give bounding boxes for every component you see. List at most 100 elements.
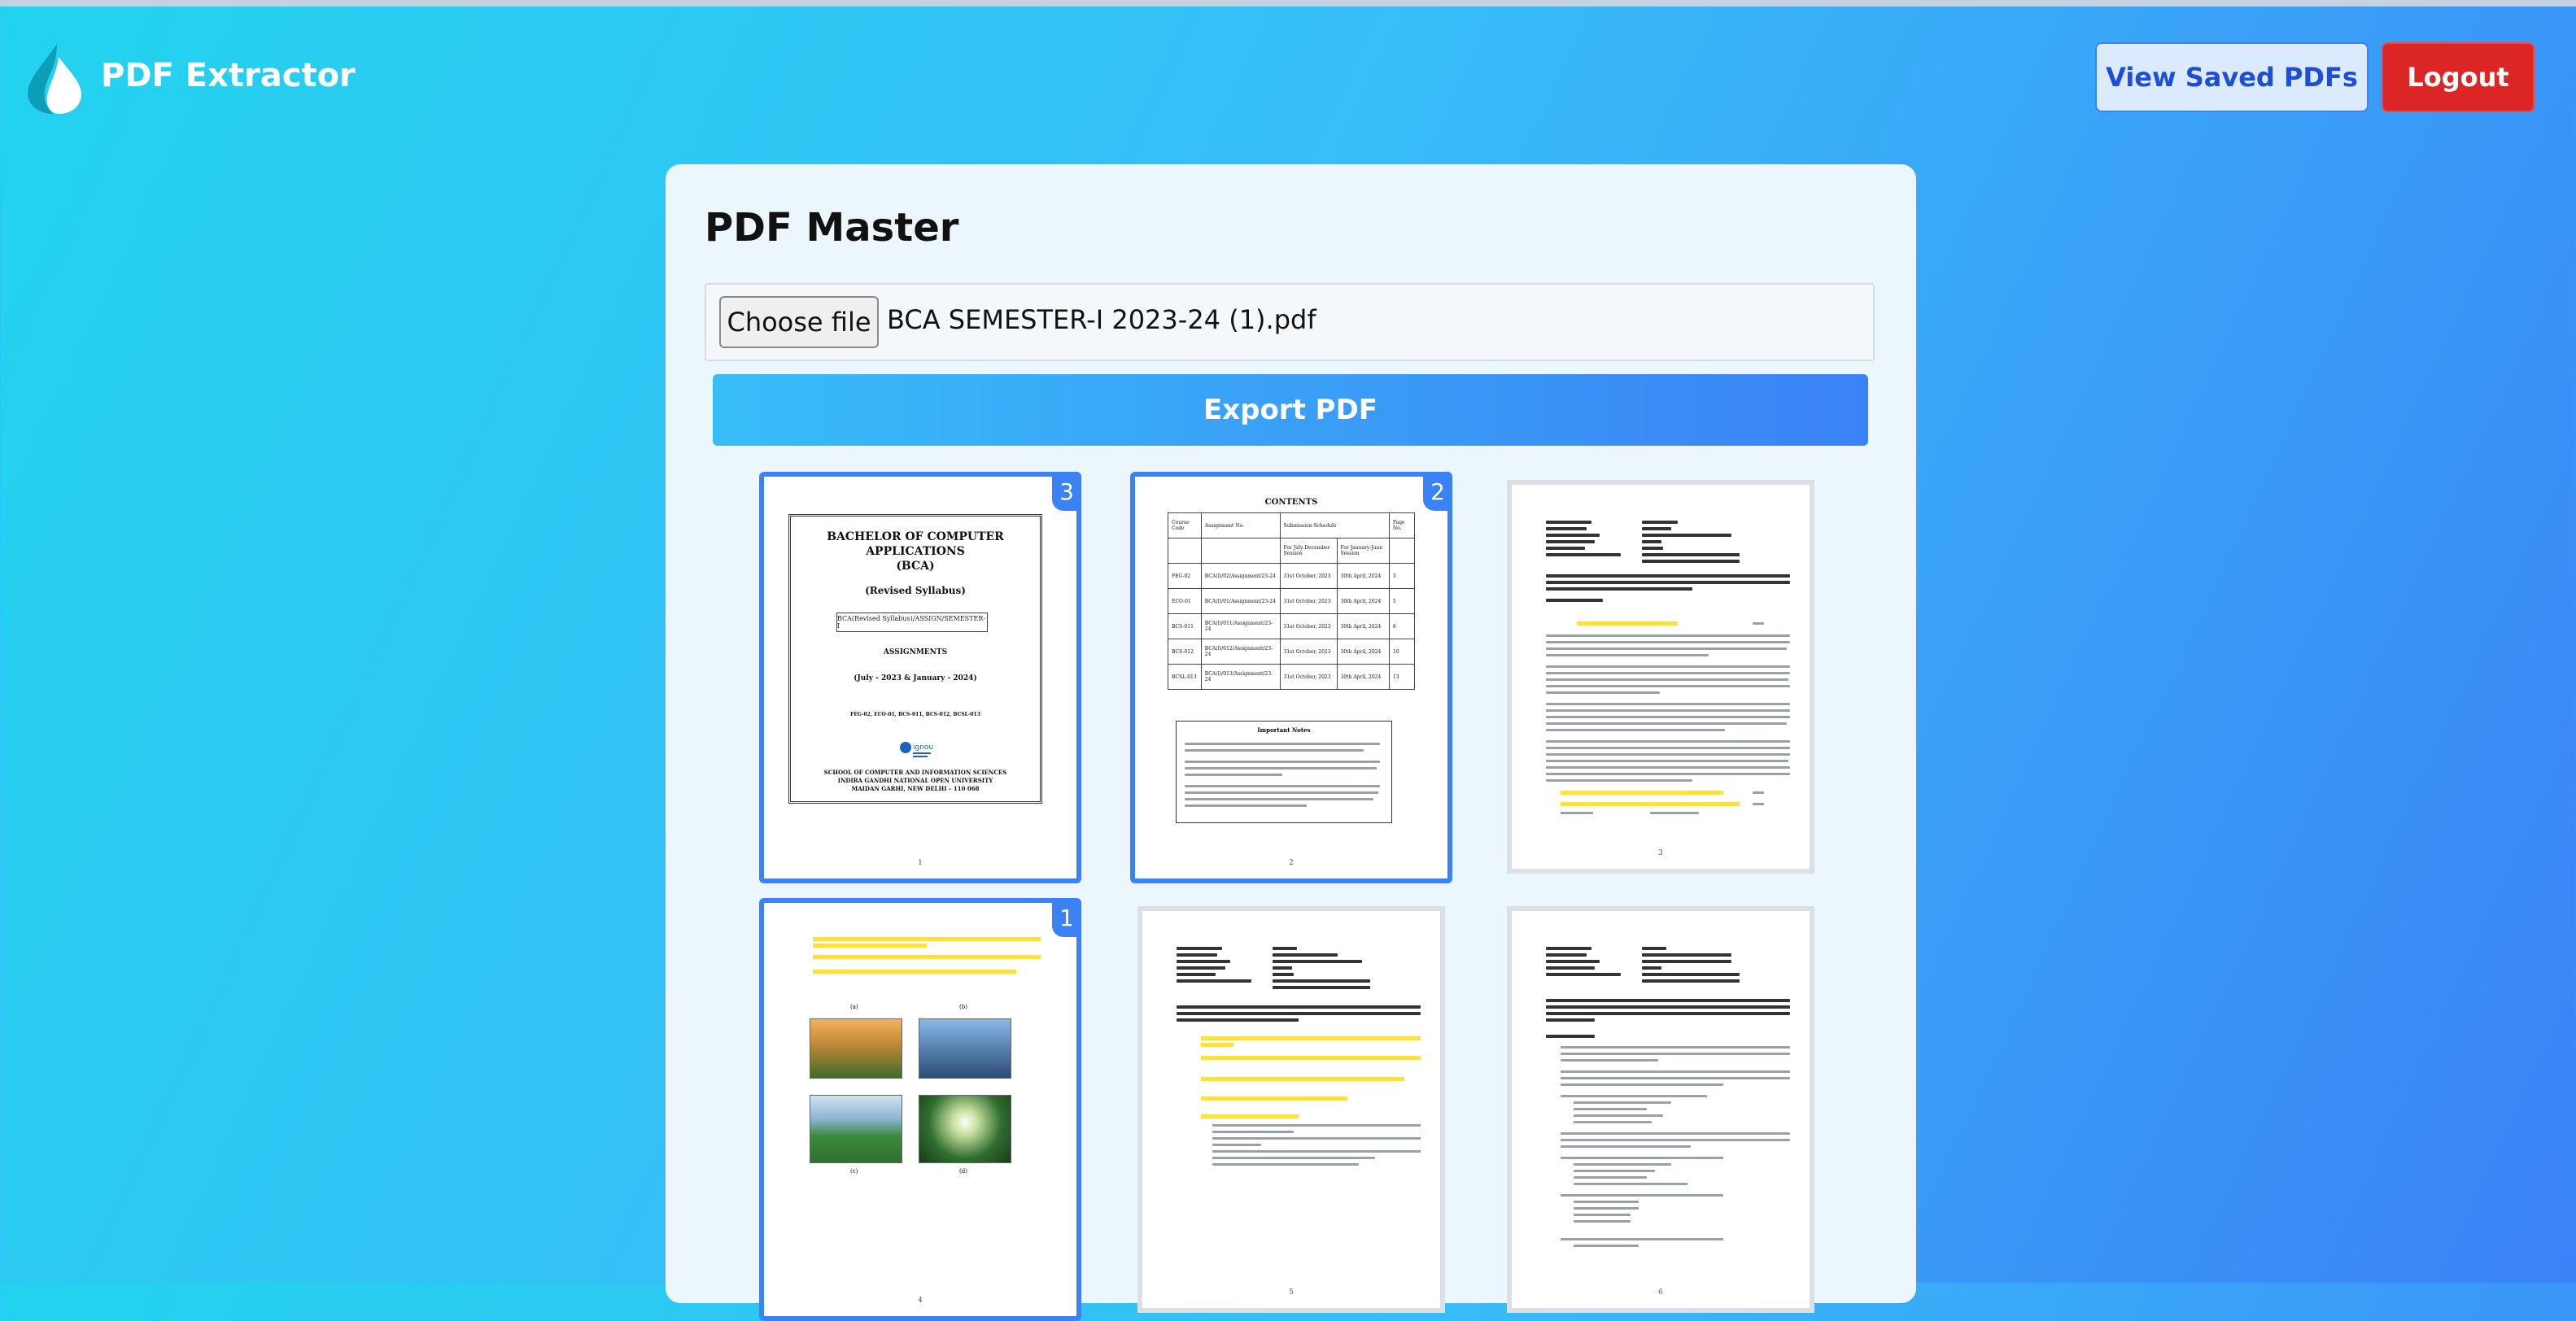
table-cell: BCSL-013: [1168, 664, 1202, 690]
page-thumbnail[interactable]: BACHELOR OF COMPUTER APPLICATIONS (BCA) …: [759, 472, 1081, 883]
page-thumbnail[interactable]: 6: [1507, 906, 1814, 1313]
page-thumbnail[interactable]: 5: [1137, 906, 1445, 1313]
cover-assignments: ASSIGNMENTS: [883, 648, 948, 656]
page-number: 1: [918, 859, 923, 867]
cover-title: BACHELOR OF COMPUTER APPLICATIONS (BCA): [791, 530, 1040, 573]
cover-title-line: APPLICATIONS: [866, 545, 965, 558]
contents-table: Course Code Assignment No. Submission-Sc…: [1168, 512, 1416, 690]
main-card: PDF Master Choose file BCA SEMESTER-I 20…: [666, 164, 1916, 1321]
caption-d: (d): [959, 1168, 967, 1175]
selection-order-badge: 1: [1052, 898, 1081, 937]
school-line: MAIDAN GARHI, NEW DELHI – 110 068: [851, 785, 980, 792]
cover-school: SCHOOL OF COMPUTER AND INFORMATION SCIEN…: [791, 769, 1040, 793]
table-cell: 10: [1388, 639, 1416, 665]
table-cell: 30th April, 2024: [1336, 664, 1390, 690]
page-thumbnail[interactable]: 3: [1507, 480, 1814, 874]
choose-file-button[interactable]: Choose file: [719, 296, 879, 348]
text-line: [1185, 761, 1380, 763]
table-row: BCSL-013 BCA(I)/013/Assignment/23-24 31s…: [1168, 664, 1416, 690]
table-cell: BCA(I)/01/Assignment/23-24: [1200, 588, 1281, 614]
table-cell: 3: [1388, 563, 1416, 589]
table-cell: 31st October, 2023: [1279, 563, 1338, 589]
photo-c: [810, 1095, 902, 1163]
app-header: PDF Extractor View Saved PDFs Logout: [0, 7, 2576, 142]
table-cell: BCA(I)/02/Assignment/23-24: [1200, 563, 1281, 589]
droplet-logo-icon: [28, 44, 81, 114]
text-line: [1185, 804, 1307, 807]
page-preview: 5: [1142, 911, 1440, 1308]
text-line: [1185, 743, 1380, 745]
export-pdf-button[interactable]: Export PDF: [713, 374, 1868, 446]
selection-order-badge: 3: [1052, 472, 1081, 511]
photo-d: [919, 1095, 1011, 1163]
table-cell: 30th April, 2024: [1336, 613, 1390, 639]
cover-course-codes: FEG-02, ECO-01, BCS-011, BCS-012, BCSL-0…: [850, 712, 980, 717]
important-notes-heading: Important Notes: [1257, 726, 1311, 734]
table-cell: ECO-01: [1168, 588, 1202, 614]
cover-title-line: (BCA): [896, 560, 935, 573]
table-row: Course Code Assignment No. Submission-Sc…: [1168, 512, 1416, 538]
page-number: 2: [1289, 859, 1294, 867]
app-title: PDF Extractor: [101, 57, 356, 94]
page-number: 5: [1289, 1288, 1294, 1297]
page-preview: 3: [1512, 485, 1810, 869]
table-cell: 31st October, 2023: [1279, 639, 1338, 665]
cover-session: (July - 2023 & January - 2024): [854, 674, 977, 682]
page-preview: 6: [1512, 911, 1810, 1308]
text-line: [1185, 798, 1373, 800]
table-row: BCS-011 BCA(I)/011/Assignment/23-24 31st…: [1168, 613, 1416, 639]
logout-button[interactable]: Logout: [2382, 42, 2535, 112]
page-number: 4: [918, 1297, 923, 1305]
page-thumbnail[interactable]: (a) (b) (c) (d) 4 1: [759, 898, 1081, 1321]
text-line: [1185, 791, 1378, 794]
table-cell: 31st October, 2023: [1279, 613, 1338, 639]
cover-frame: BACHELOR OF COMPUTER APPLICATIONS (BCA) …: [788, 514, 1042, 804]
table-header-cell: Course Code: [1168, 512, 1202, 538]
text-line: [1185, 767, 1377, 769]
cover-title-line: BACHELOR OF COMPUTER: [827, 530, 1004, 543]
table-row: FEG-02 BCA(I)/02/Assignment/23-24 31st O…: [1168, 563, 1416, 589]
table-cell: 5: [1388, 588, 1416, 614]
cover-revised: (Revised Syllabus): [865, 585, 966, 596]
table-cell: 30th April, 2024: [1336, 588, 1390, 614]
ignou-logo-text: ignou: [913, 743, 933, 752]
page-preview: CONTENTS Course Code Assignment No. Subm…: [1135, 477, 1447, 878]
table-cell: BCA(I)/011/Assignment/23-24: [1200, 613, 1281, 639]
table-cell: BCS-012: [1168, 639, 1202, 665]
view-saved-pdfs-button[interactable]: View Saved PDFs: [2095, 42, 2369, 112]
page-preview: BACHELOR OF COMPUTER APPLICATIONS (BCA) …: [764, 477, 1076, 878]
page-number: 6: [1658, 1288, 1663, 1297]
page-thumbnail[interactable]: CONTENTS Course Code Assignment No. Subm…: [1130, 472, 1452, 883]
caption-c: (c): [850, 1168, 858, 1175]
caption-b: (b): [959, 1004, 967, 1010]
table-cell: BCA(I)/013/Assignment/23-24: [1200, 664, 1281, 690]
table-cell: 30th April, 2024: [1336, 639, 1390, 665]
table-row: ECO-01 BCA(I)/01/Assignment/23-24 31st O…: [1168, 588, 1416, 614]
school-line: INDIRA GANDHI NATIONAL OPEN UNIVERSITY: [837, 777, 993, 784]
school-line: SCHOOL OF COMPUTER AND INFORMATION SCIEN…: [823, 769, 1007, 776]
photo-a: [810, 1018, 902, 1079]
text-line: [1185, 749, 1364, 752]
page-preview: (a) (b) (c) (d) 4: [764, 903, 1076, 1316]
table-cell: 13: [1388, 664, 1416, 690]
selected-file-name: BCA SEMESTER-I 2023-24 (1).pdf: [887, 304, 1316, 335]
table-cell: 31st October, 2023: [1279, 664, 1338, 690]
photo-b: [919, 1018, 1011, 1079]
table-header-cell: Submission-Schedule: [1279, 512, 1390, 538]
table-header-cell: For July-December Session: [1279, 538, 1338, 564]
important-notes-box: Important Notes: [1176, 721, 1392, 823]
browser-top-edge: [0, 0, 2576, 7]
selection-order-badge: 2: [1423, 472, 1452, 511]
file-input[interactable]: Choose file BCA SEMESTER-I 2023-24 (1).p…: [705, 283, 1875, 361]
contents-heading: CONTENTS: [1264, 498, 1318, 507]
table-header-cell: Page No.: [1388, 512, 1416, 538]
page-title: PDF Master: [705, 205, 959, 251]
table-cell: 6: [1388, 613, 1416, 639]
table-cell: 31st October, 2023: [1279, 588, 1338, 614]
table-row: For July-December Session For January-Ju…: [1168, 538, 1416, 564]
table-cell: 30th April, 2024: [1336, 563, 1390, 589]
table-header-cell: Assignment No.: [1200, 512, 1281, 538]
page-number: 3: [1658, 849, 1663, 857]
caption-a: (a): [850, 1004, 858, 1010]
cover-code-box: BCA(Revised Syllabus)/ASSIGN/SEMESTER-I: [836, 613, 988, 632]
